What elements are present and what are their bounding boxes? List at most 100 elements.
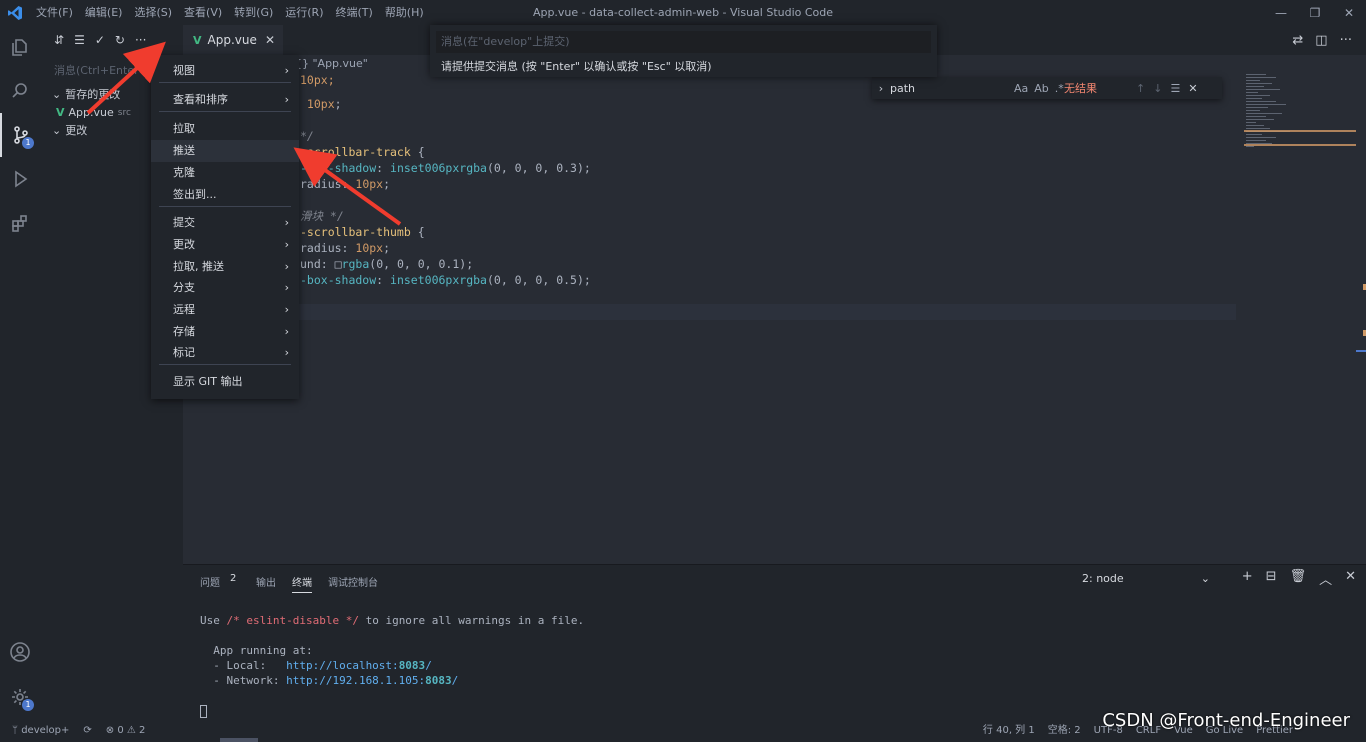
terminal-cursor bbox=[200, 705, 207, 718]
next-match-icon[interactable]: ↓ bbox=[1153, 82, 1162, 95]
vue-file-icon: V bbox=[56, 106, 65, 119]
settings-badge: 1 bbox=[22, 699, 34, 711]
find-widget: › path Aa Ab .* 无结果 ↑ ↓ ☰ ✕ bbox=[872, 77, 1222, 99]
menu-item[interactable]: 文件(F) bbox=[30, 0, 79, 25]
submenu-arrow-icon: › bbox=[284, 281, 289, 294]
menu-item[interactable]: 存储 › bbox=[151, 321, 299, 343]
branch-icon: ᛘ bbox=[12, 725, 22, 736]
accounts-icon[interactable] bbox=[0, 630, 40, 674]
submenu-arrow-icon: › bbox=[284, 238, 289, 251]
refresh-icon[interactable]: ↻ bbox=[115, 33, 125, 47]
submenu-arrow-icon: › bbox=[284, 216, 289, 229]
menu-item[interactable]: 选择(S) bbox=[128, 0, 178, 25]
tab-output[interactable]: 输出 bbox=[256, 574, 276, 589]
menu-item[interactable]: 远程 › bbox=[151, 299, 299, 321]
menu-item[interactable]: 视图 › bbox=[151, 60, 299, 82]
tab-terminal[interactable]: 终端 bbox=[292, 574, 312, 593]
indentation[interactable]: 空格: 2 bbox=[1048, 720, 1081, 742]
terminal-line: Use /* eslint-disable */ to ignore all w… bbox=[200, 614, 585, 627]
match-word-icon[interactable]: Ab bbox=[1034, 82, 1049, 95]
toggle-replace-icon[interactable]: › bbox=[872, 82, 890, 95]
search-icon[interactable] bbox=[0, 69, 40, 113]
tab-app-vue[interactable]: V App.vue ✕ bbox=[183, 25, 283, 55]
close-tab-icon[interactable]: ✕ bbox=[265, 33, 275, 47]
regex-icon[interactable]: .* bbox=[1055, 82, 1064, 95]
run-debug-icon[interactable] bbox=[0, 157, 40, 201]
find-input[interactable]: path bbox=[890, 82, 1014, 95]
local-url-link[interactable]: http://localhost:8083/ bbox=[286, 659, 432, 672]
group-label: 暂存的更改 bbox=[65, 88, 121, 101]
terminal-line: App running at: bbox=[200, 644, 313, 657]
vue-file-icon: V bbox=[193, 33, 202, 47]
sync-icon[interactable]: ⟳ bbox=[83, 720, 91, 742]
split-terminal-icon[interactable]: ⊟ bbox=[1266, 569, 1277, 588]
new-terminal-icon[interactable]: + bbox=[1242, 569, 1253, 588]
cursor-position[interactable]: 行 40, 列 1 bbox=[983, 720, 1035, 742]
terminal-selector[interactable]: 2: node ⌄ bbox=[1076, 569, 1216, 589]
group-label: 更改 bbox=[65, 124, 88, 137]
scroll-marker bbox=[1356, 350, 1366, 352]
find-result-count: 无结果 bbox=[1064, 82, 1097, 95]
menu-item[interactable]: 更改 › bbox=[151, 234, 299, 256]
minimap[interactable] bbox=[1244, 72, 1356, 152]
menu-item[interactable]: 签出到... bbox=[151, 184, 299, 206]
code-editor[interactable]: 10px; 10px; */ -scrollbar-track {-box-shad… bbox=[183, 72, 1366, 564]
close-window-button[interactable]: ✕ bbox=[1332, 0, 1366, 25]
watermark: CSDN @Front-end-Engineer bbox=[1102, 710, 1350, 731]
code-line: und: □rgba(0, 0, 0, 0.1); bbox=[300, 257, 474, 271]
code-line: 滑块 */ bbox=[300, 209, 344, 223]
menu-item[interactable]: 查看和排序 › bbox=[151, 89, 299, 111]
menu-item[interactable]: 终端(T) bbox=[330, 0, 379, 25]
network-url-link[interactable]: http://192.168.1.105:8083/ bbox=[286, 674, 458, 687]
commit-message-field[interactable]: 消息(在"develop"上提交) bbox=[436, 31, 931, 53]
horizontal-scrollbar[interactable] bbox=[220, 738, 258, 742]
more-actions-icon[interactable]: ··· bbox=[1340, 33, 1352, 48]
problems-indicator[interactable]: ⊗ 0 ⚠ 2 bbox=[106, 720, 146, 742]
menu-item[interactable]: 拉取, 推送 › bbox=[151, 256, 299, 278]
more-actions-icon[interactable]: ··· bbox=[135, 33, 146, 47]
extensions-icon[interactable] bbox=[0, 201, 40, 245]
tab-debug-console[interactable]: 调试控制台 bbox=[328, 574, 378, 589]
chevron-down-icon: ⌄ bbox=[52, 88, 62, 101]
menu-item[interactable]: 克隆 bbox=[151, 162, 299, 184]
split-editor-icon[interactable]: ◫ bbox=[1315, 33, 1327, 48]
code-line: -box-shadow: inset006pxrgba(0, 0, 0, 0.3… bbox=[300, 161, 591, 175]
menu-separator bbox=[159, 82, 291, 83]
menu-item[interactable]: 转到(G) bbox=[228, 0, 279, 25]
code-line: -scrollbar-track { bbox=[300, 145, 425, 159]
menu-item[interactable]: 编辑(E) bbox=[79, 0, 129, 25]
menu-item[interactable]: 提交 › bbox=[151, 212, 299, 234]
source-control-icon[interactable]: 1 bbox=[0, 113, 40, 157]
menu-item[interactable]: 拉取 bbox=[151, 118, 299, 140]
match-case-icon[interactable]: Aa bbox=[1014, 82, 1028, 95]
code-line: radius: 10px; bbox=[300, 241, 391, 255]
close-panel-icon[interactable]: ✕ bbox=[1345, 569, 1356, 588]
open-changes-icon[interactable]: ⇄ bbox=[1292, 33, 1303, 48]
code-line: -scrollbar-thumb { bbox=[300, 225, 425, 239]
menu-item[interactable]: 标记 › bbox=[151, 342, 299, 364]
file-name: App.vue bbox=[68, 106, 114, 119]
view-as-tree-icon[interactable]: ☰ bbox=[74, 33, 85, 47]
settings-gear-icon[interactable]: 1 bbox=[0, 675, 40, 719]
branch-indicator[interactable]: ᛘ develop+ bbox=[12, 720, 69, 742]
refresh-view-icon[interactable]: ⇵ bbox=[54, 33, 64, 47]
maximize-button[interactable]: ❐ bbox=[1298, 0, 1332, 25]
menu-item[interactable]: 推送 bbox=[151, 140, 299, 162]
menu-item[interactable]: 帮助(H) bbox=[379, 0, 430, 25]
menu-item[interactable]: 运行(R) bbox=[279, 0, 329, 25]
minimize-button[interactable]: — bbox=[1264, 0, 1298, 25]
commit-check-icon[interactable]: ✓ bbox=[95, 33, 105, 47]
kill-terminal-icon[interactable]: 🗑 bbox=[1290, 569, 1307, 588]
previous-match-icon[interactable]: ↑ bbox=[1136, 82, 1145, 95]
tab-problems[interactable]: 问题 bbox=[200, 574, 220, 589]
explorer-icon[interactable] bbox=[0, 25, 40, 69]
maximize-panel-icon[interactable]: ︿ bbox=[1319, 569, 1332, 588]
problems-count: 2 bbox=[230, 573, 237, 584]
menu-item[interactable]: 查看(V) bbox=[178, 0, 228, 25]
menu-item[interactable]: 分支 › bbox=[151, 277, 299, 299]
close-find-icon[interactable]: ✕ bbox=[1188, 82, 1197, 95]
terminal-selector-value: 2: node bbox=[1082, 572, 1124, 585]
code-line: */ bbox=[300, 129, 314, 143]
find-in-selection-icon[interactable]: ☰ bbox=[1170, 82, 1180, 95]
menu-item[interactable]: 显示 GIT 输出 bbox=[151, 371, 299, 393]
